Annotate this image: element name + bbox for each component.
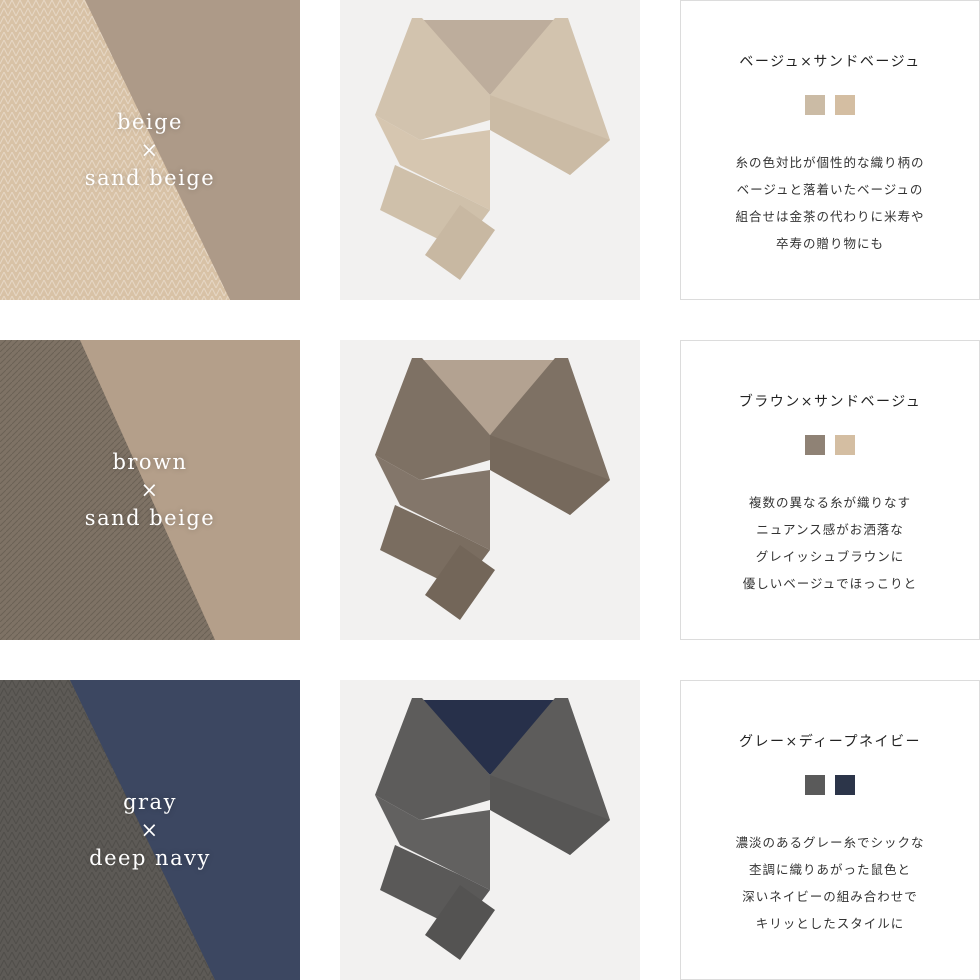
color-row-gray: gray × deep navy グレー×ディープネイビー 濃淡のあるグレー糸で… (0, 680, 980, 980)
color-description: 複数の異なる糸が織りなす ニュアンス感がお洒落な グレイッシュブラウンに 優しい… (681, 489, 979, 597)
color-chips (681, 95, 979, 115)
swatch-caption: beige × sand beige (0, 0, 300, 300)
color-chip-outer (805, 435, 825, 455)
description-line: グレイッシュブラウンに (755, 549, 905, 564)
description-line: キリッとしたスタイルに (755, 916, 905, 931)
description-line: 組合せは金茶の代わりに米寿や (735, 209, 925, 224)
description-line: 複数の異なる糸が織りなす (748, 495, 911, 510)
fabric-swatch-image: gray × deep navy (0, 680, 300, 980)
color-description: 糸の色対比が個性的な織り柄の ベージュと落着いたベージュの 組合せは金茶の代わり… (681, 149, 979, 257)
description-line: 糸の色対比が個性的な織り柄の (735, 155, 925, 170)
color-name-title: グレー×ディープネイビー (739, 734, 921, 750)
fabric-swatch-image: beige × sand beige (0, 0, 300, 300)
color-chips (681, 435, 979, 455)
scarf-graphic (375, 18, 610, 280)
swatch-color-outer: brown (112, 450, 188, 474)
swatch-color-outer: gray (123, 790, 177, 814)
fabric-swatch-image: brown × sand beige (0, 340, 300, 640)
description-line: 卒寿の贈り物にも (775, 236, 884, 251)
description-line: ニュアンス感がお洒落な (756, 522, 904, 537)
description-line: 優しいベージュでほっこりと (742, 576, 918, 591)
color-chip-lining (835, 775, 855, 795)
scarf-product-image (340, 340, 640, 640)
swatch-color-lining: sand beige (84, 506, 216, 530)
swatch-color-outer: beige (117, 110, 183, 134)
color-chip-outer (805, 775, 825, 795)
swatch-color-lining: sand beige (84, 166, 216, 190)
swatch-times: × (140, 478, 160, 502)
scarf-graphic (375, 358, 610, 620)
swatch-times: × (140, 818, 160, 842)
color-info-card: ブラウン×サンドベージュ 複数の異なる糸が織りなす ニュアンス感がお洒落な グレ… (680, 340, 980, 640)
color-row-beige: beige × sand beige ベージュ×サンドベージュ 糸の色対比が個性… (0, 0, 980, 300)
description-line: ベージュと落着いたベージュの (736, 182, 924, 197)
swatch-color-lining: deep navy (89, 846, 211, 870)
color-description: 濃淡のあるグレー糸でシックな 杢調に織りあがった鼠色と 深いネイビーの組み合わせ… (681, 829, 979, 937)
description-line: 深いネイビーの組み合わせで (742, 889, 918, 904)
swatch-caption: gray × deep navy (0, 680, 300, 980)
color-name-title: ブラウン×サンドベージュ (738, 394, 922, 410)
color-row-brown: brown × sand beige ブラウン×サンドベージュ 複数の異なる糸が… (0, 340, 980, 640)
color-info-card: グレー×ディープネイビー 濃淡のあるグレー糸でシックな 杢調に織りあがった鼠色と… (680, 680, 980, 980)
scarf-product-image (340, 680, 640, 980)
description-line: 濃淡のあるグレー糸でシックな (735, 835, 925, 850)
color-chip-lining (835, 435, 855, 455)
color-chip-lining (835, 95, 855, 115)
description-line: 杢調に織りあがった鼠色と (748, 862, 911, 877)
color-chip-outer (805, 95, 825, 115)
scarf-product-image (340, 0, 640, 300)
color-name-title: ベージュ×サンドベージュ (739, 54, 921, 70)
scarf-graphic (375, 698, 610, 960)
swatch-times: × (140, 138, 160, 162)
swatch-caption: brown × sand beige (0, 340, 300, 640)
color-info-card: ベージュ×サンドベージュ 糸の色対比が個性的な織り柄の ベージュと落着いたベージ… (680, 0, 980, 300)
color-chips (681, 775, 979, 795)
